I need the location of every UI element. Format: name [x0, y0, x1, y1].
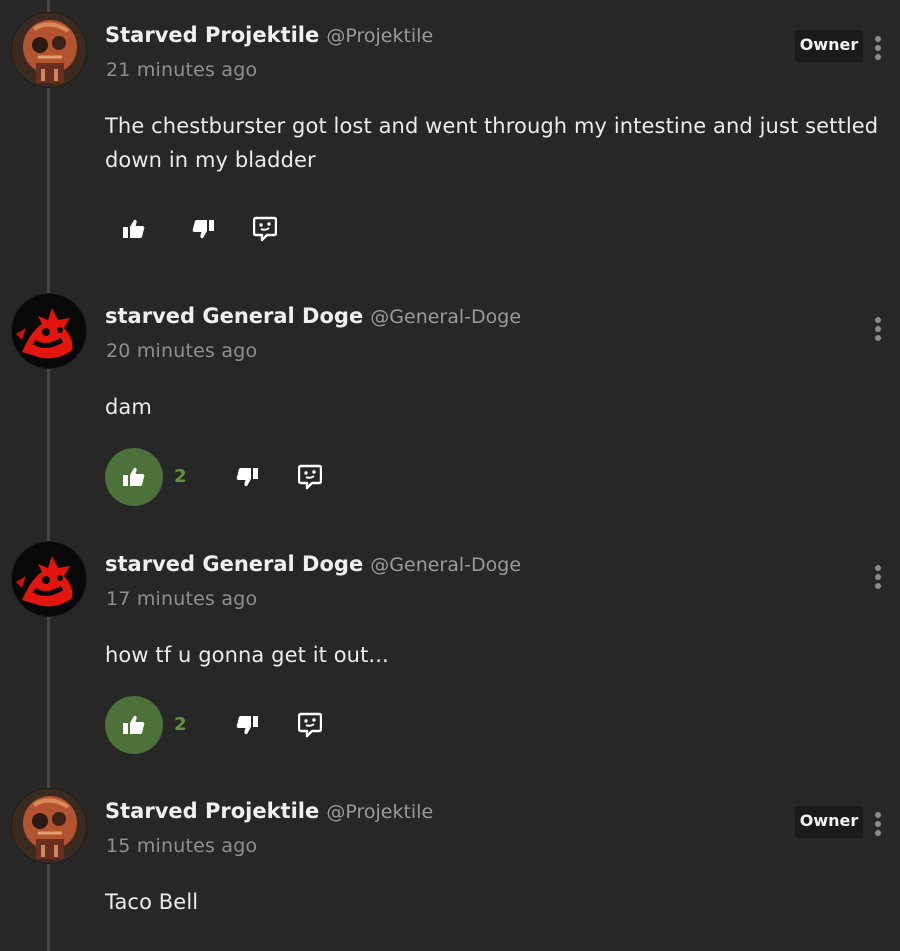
author-handle[interactable]: @Projektile	[326, 25, 433, 47]
reply-bubble-icon	[298, 712, 322, 738]
comment-thread: Starved Projektile @Projektile 21 minute…	[0, 0, 900, 951]
comment-timestamp: 21 minutes ago	[106, 59, 258, 81]
reply-bubble-icon	[253, 216, 277, 242]
comment-text: how tf u gonna get it out...	[105, 643, 389, 667]
owner-badge: Owner	[795, 30, 863, 62]
avatar-projektile[interactable]	[11, 12, 87, 88]
owner-badge: Owner	[795, 806, 863, 838]
dislike-button[interactable]	[218, 696, 276, 754]
avatar-projektile[interactable]	[11, 788, 87, 864]
author-handle[interactable]: @General-Doge	[370, 306, 521, 328]
reply-button[interactable]	[281, 696, 339, 754]
comment-header: starved General Doge @General-Doge	[105, 549, 521, 581]
dislike-button[interactable]	[174, 200, 232, 258]
reply-bubble-icon	[298, 464, 322, 490]
like-count: 2	[174, 466, 187, 487]
reply-button[interactable]	[281, 448, 339, 506]
thumbs-up-icon	[123, 715, 145, 734]
author-name[interactable]: starved General Doge	[105, 304, 363, 328]
comment-timestamp: 17 minutes ago	[106, 588, 258, 610]
avatar-general-doge[interactable]	[11, 541, 87, 617]
thumbs-up-icon	[123, 467, 145, 486]
thumbs-down-icon	[236, 716, 258, 735]
like-count: 2	[174, 714, 187, 735]
author-name[interactable]: Starved Projektile	[105, 799, 319, 823]
author-name[interactable]: starved General Doge	[105, 552, 363, 576]
comment-text: Taco Bell	[105, 890, 199, 914]
more-vertical-icon[interactable]	[868, 810, 888, 838]
comment-timestamp: 20 minutes ago	[106, 340, 258, 362]
dislike-button[interactable]	[218, 448, 276, 506]
like-button[interactable]	[105, 200, 163, 258]
author-handle[interactable]: @General-Doge	[370, 554, 521, 576]
more-vertical-icon[interactable]	[868, 34, 888, 62]
like-button[interactable]	[105, 696, 163, 754]
comment-text: dam	[105, 395, 152, 419]
comment-timestamp: 15 minutes ago	[106, 835, 258, 857]
thumbs-up-icon	[123, 219, 145, 238]
author-handle[interactable]: @Projektile	[326, 801, 433, 823]
author-name[interactable]: Starved Projektile	[105, 23, 319, 47]
like-button[interactable]	[105, 448, 163, 506]
avatar-general-doge[interactable]	[11, 293, 87, 369]
comment-header: Starved Projektile @Projektile	[105, 796, 433, 828]
comment-header: starved General Doge @General-Doge	[105, 301, 521, 333]
reply-button[interactable]	[236, 200, 294, 258]
thumbs-down-icon	[192, 220, 214, 239]
thumbs-down-icon	[236, 468, 258, 487]
comment-text: The chestburster got lost and went throu…	[105, 114, 879, 172]
more-vertical-icon[interactable]	[868, 315, 888, 343]
more-vertical-icon[interactable]	[868, 563, 888, 591]
comment-header: Starved Projektile @Projektile	[105, 20, 433, 52]
